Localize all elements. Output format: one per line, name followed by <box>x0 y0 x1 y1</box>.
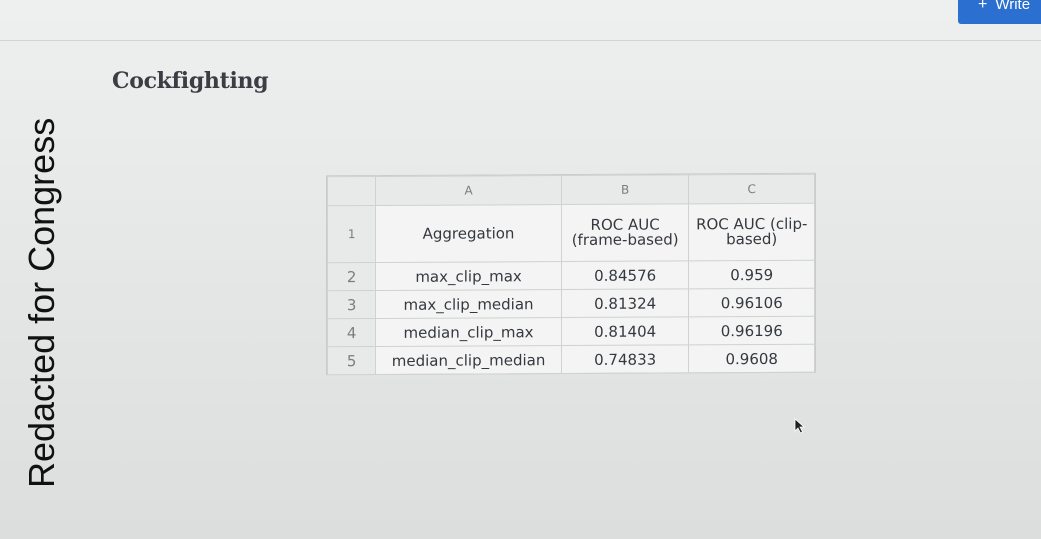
page-title: Cockfighting <box>112 68 269 94</box>
column-header-a[interactable]: A <box>375 175 562 206</box>
column-header-b[interactable]: B <box>561 174 689 205</box>
column-header-row: A B C <box>327 174 815 206</box>
plus-icon: + <box>978 0 988 13</box>
table-cell[interactable]: max_clip_median <box>375 289 562 319</box>
spreadsheet-table: A B C 1 Aggregation ROC AUC (frame-based… <box>326 172 816 376</box>
table-cell[interactable]: 0.96106 <box>688 288 815 317</box>
table-cell[interactable]: 0.9608 <box>688 344 815 373</box>
table-cell[interactable]: 0.84576 <box>561 260 689 290</box>
row-number[interactable]: 1 <box>327 205 376 263</box>
table-row: 3 max_clip_median 0.81324 0.96106 <box>327 288 815 319</box>
table-cell[interactable]: median_clip_max <box>375 317 562 347</box>
table-cell[interactable]: median_clip_median <box>375 345 562 375</box>
table-cell[interactable]: 0.74833 <box>561 344 689 374</box>
table-cell[interactable]: ROC AUC (frame-based) <box>561 203 689 262</box>
row-number[interactable]: 5 <box>327 346 376 375</box>
column-header-c[interactable]: C <box>688 174 815 204</box>
row-number[interactable]: 4 <box>327 318 376 347</box>
table-cell[interactable]: 0.959 <box>688 260 815 289</box>
header-divider <box>0 40 1041 41</box>
table-row: 5 median_clip_median 0.74833 0.9608 <box>327 344 815 375</box>
table-cell[interactable]: Aggregation <box>375 204 562 263</box>
table-cell[interactable]: 0.81324 <box>561 288 689 318</box>
page-area: + Write Redacted for Congress Cockfightin… <box>0 0 1041 539</box>
table-cell[interactable]: 0.96196 <box>688 316 815 345</box>
table-cell[interactable]: ROC AUC (clip-based) <box>688 203 815 261</box>
sheet-corner <box>327 176 376 206</box>
write-button[interactable]: + Write <box>958 0 1041 24</box>
table-cell[interactable]: max_clip_max <box>375 261 562 291</box>
row-number[interactable]: 2 <box>327 262 376 291</box>
redaction-label: Redacted for Congress <box>21 117 62 488</box>
table-row: 4 median_clip_max 0.81404 0.96196 <box>327 316 815 347</box>
table-cell[interactable]: 0.81404 <box>561 316 689 346</box>
mouse-pointer-icon <box>794 418 806 434</box>
table-row: 2 max_clip_max 0.84576 0.959 <box>327 260 815 291</box>
write-button-label: Write <box>995 0 1031 13</box>
table-row: 1 Aggregation ROC AUC (frame-based) ROC … <box>327 203 815 263</box>
row-number[interactable]: 3 <box>327 290 376 319</box>
